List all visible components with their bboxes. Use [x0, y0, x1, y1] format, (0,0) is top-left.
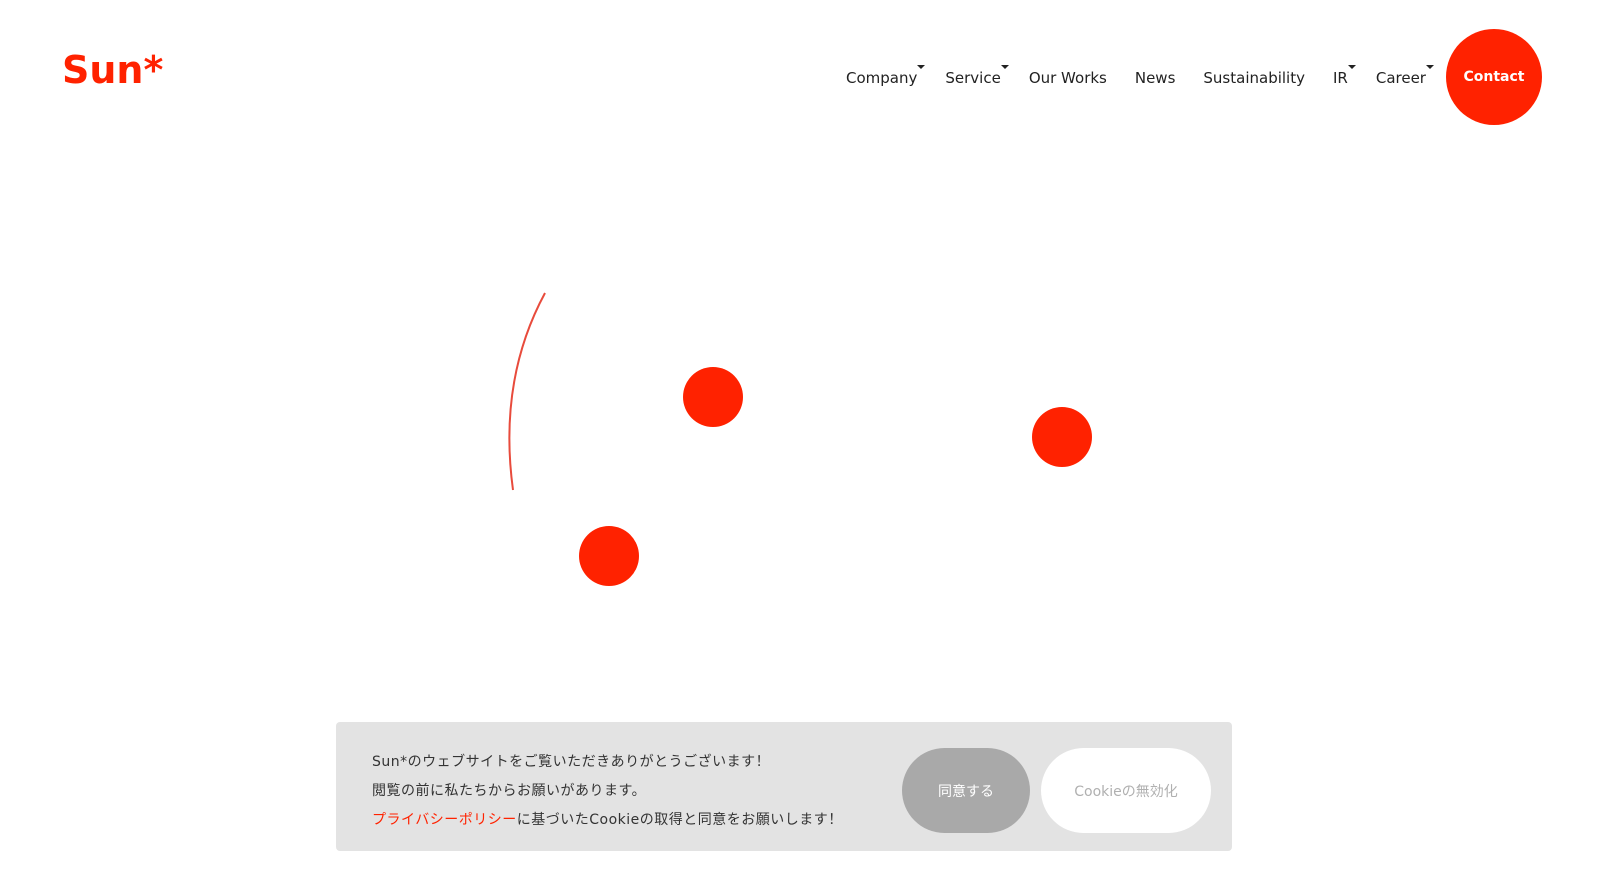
nav-item-label: Service	[945, 69, 1001, 87]
hero-arc	[508, 292, 546, 491]
nav-item-label: Our Works	[1028, 69, 1107, 87]
cookie-line-3: プライバシーポリシーに基づいたCookieの取得と同意をお願いします！	[372, 806, 843, 835]
main-nav: Company Service Our Works News Sustainab…	[846, 65, 1434, 90]
caret-down-icon	[917, 65, 926, 69]
caret-down-icon	[1347, 65, 1356, 69]
caret-down-icon	[1000, 65, 1009, 69]
nav-item-label: News	[1134, 69, 1176, 87]
nav-item-ir[interactable]: IR	[1332, 65, 1356, 89]
nav-item-label: Career	[1375, 69, 1426, 87]
cookie-message: Sun*のウェブサイトをご覧いただきありがとうございます！ 閲覧の前に私たちから…	[372, 748, 843, 835]
caret-down-icon	[1425, 65, 1434, 69]
nav-item-label: IR	[1332, 69, 1348, 87]
site-header: Sun* Company Service Our Works News Sust…	[0, 0, 1600, 140]
disable-cookies-button[interactable]: Cookieの無効化	[1041, 748, 1211, 833]
cookie-line-1: Sun*のウェブサイトをご覧いただきありがとうございます！	[372, 754, 771, 770]
nav-item-our-works[interactable]: Our Works	[1029, 67, 1107, 89]
nav-item-service[interactable]: Service	[945, 65, 1009, 89]
hero-dot	[683, 367, 743, 427]
nav-item-news[interactable]: News	[1135, 67, 1176, 89]
cookie-line-2: 閲覧の前に私たちからお願いがあります。	[372, 783, 647, 799]
nav-item-career[interactable]: Career	[1375, 65, 1434, 89]
cookie-line-3-text: に基づいたCookieの取得と同意をお願いします！	[516, 812, 843, 828]
agree-button[interactable]: 同意する	[902, 748, 1030, 833]
logo[interactable]: Sun*	[62, 45, 163, 95]
hero-dot	[579, 526, 639, 586]
nav-item-label: Company	[846, 69, 918, 87]
hero-animation	[508, 292, 1092, 586]
nav-item-sustainability[interactable]: Sustainability	[1203, 67, 1305, 89]
contact-button[interactable]: Contact	[1446, 29, 1542, 125]
privacy-policy-link[interactable]: プライバシーポリシー	[372, 812, 517, 828]
nav-item-label: Sustainability	[1203, 69, 1305, 87]
nav-item-company[interactable]: Company	[846, 65, 926, 89]
cookie-banner: Sun*のウェブサイトをご覧いただきありがとうございます！ 閲覧の前に私たちから…	[336, 722, 1232, 851]
hero-dot	[1032, 407, 1092, 467]
